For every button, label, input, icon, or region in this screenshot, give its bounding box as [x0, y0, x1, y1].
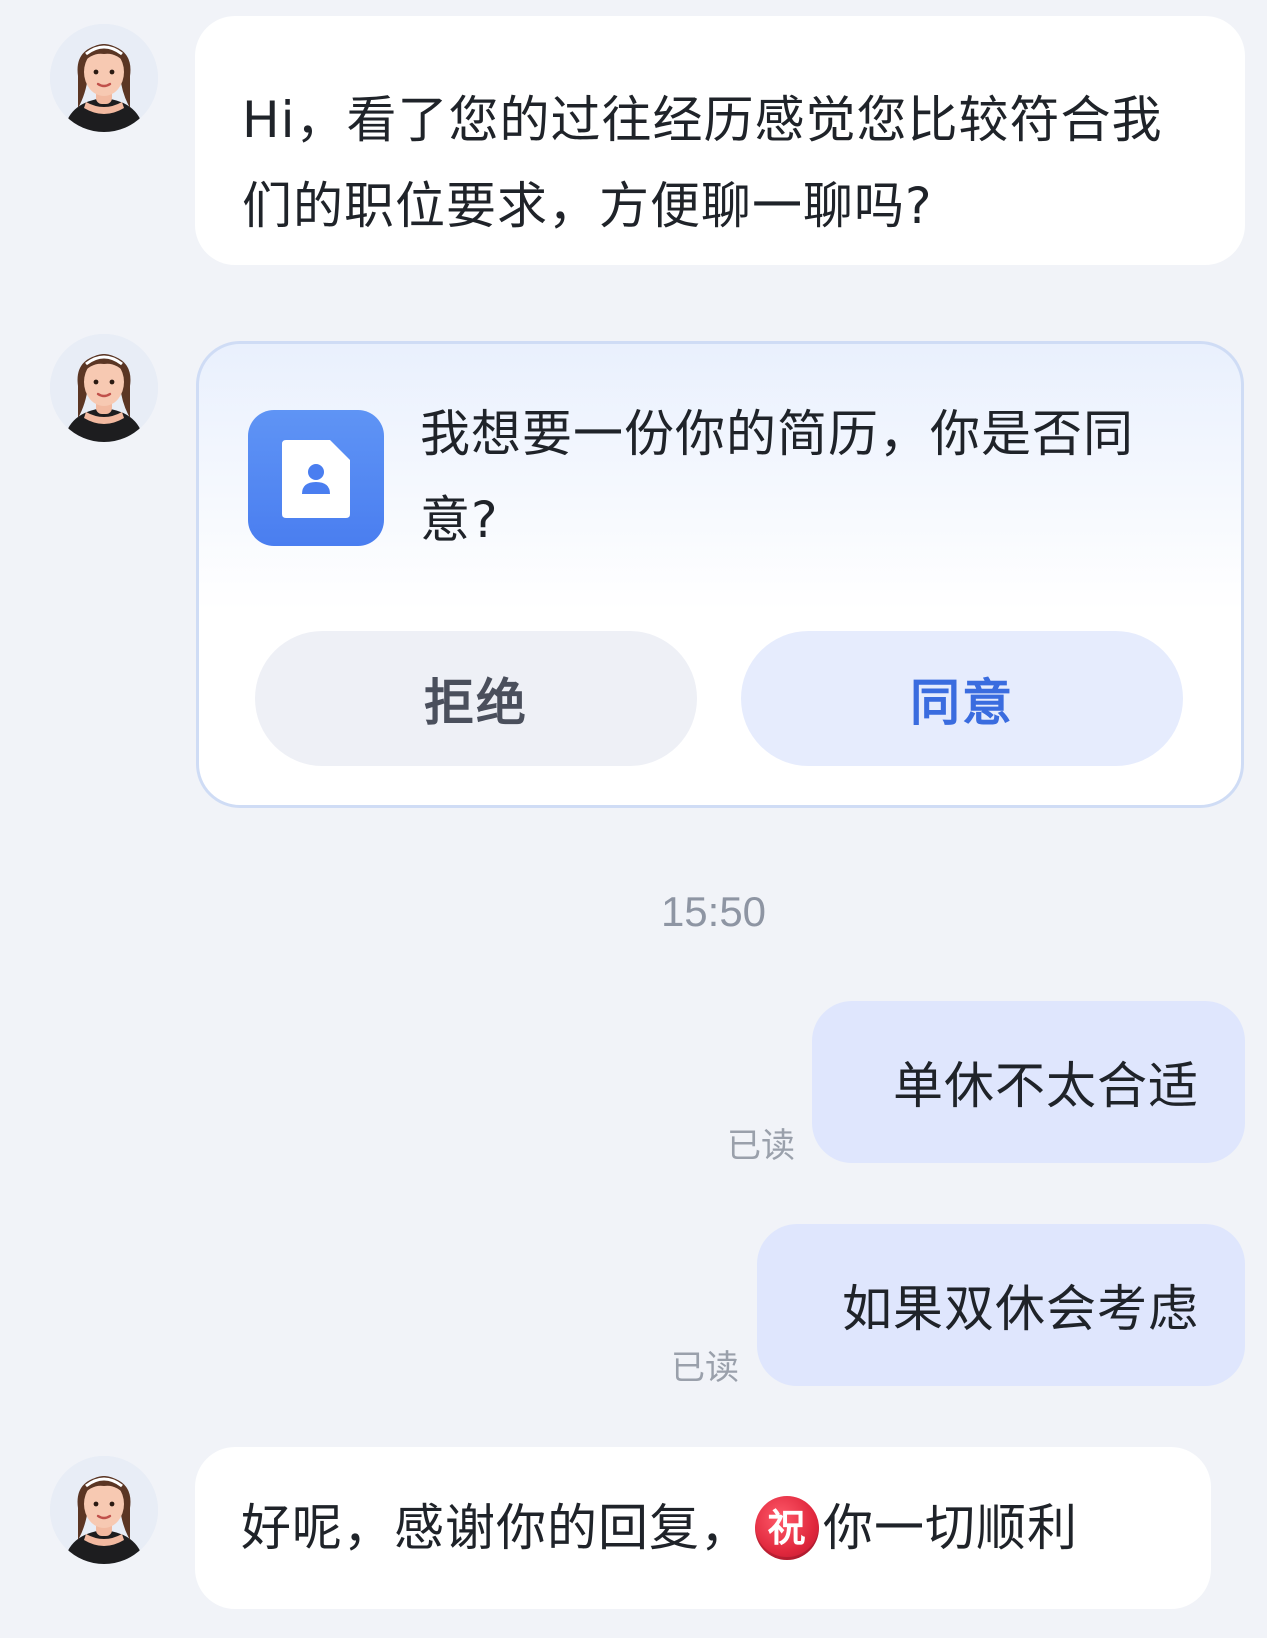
- resume-request-card: 我想要一份你的简历，你是否同意? 拒绝 同意: [196, 341, 1244, 808]
- incoming-message-bubble[interactable]: 好呢，感谢你的回复，祝你一切顺利: [195, 1447, 1211, 1609]
- recruiter-avatar[interactable]: [50, 334, 158, 442]
- read-receipt: 已读: [727, 1126, 795, 1166]
- resume-request-text: 我想要一份你的简历，你是否同意?: [420, 405, 1134, 549]
- recruiter-avatar-icon: [50, 334, 158, 442]
- congrats-emoji-icon: 祝: [755, 1495, 819, 1560]
- recruiter-avatar[interactable]: [50, 1456, 158, 1564]
- recruiter-avatar[interactable]: [50, 24, 158, 132]
- incoming-message-text: Hi，看了您的过往经历感觉您比较符合我们的职位要求，方便聊一聊吗?: [242, 91, 1163, 235]
- outgoing-message-text: 如果双休会考虑: [842, 1280, 1199, 1338]
- outgoing-message-bubble[interactable]: 如果双休会考虑: [757, 1224, 1245, 1386]
- incoming-text-part: 好呢，感谢你的回复，: [241, 1499, 751, 1557]
- recruiter-avatar-icon: [50, 1456, 158, 1564]
- outgoing-message-text: 单休不太合适: [893, 1057, 1199, 1115]
- recruiter-avatar-icon: [50, 24, 158, 132]
- read-receipt: 已读: [671, 1348, 739, 1388]
- incoming-message-bubble[interactable]: Hi，看了您的过往经历感觉您比较符合我们的职位要求，方便聊一聊吗?: [195, 16, 1245, 265]
- accept-button[interactable]: 同意: [741, 631, 1183, 766]
- resume-contact-icon: [248, 410, 384, 546]
- message-timestamp: 15:50: [660, 888, 767, 935]
- reject-button[interactable]: 拒绝: [255, 631, 697, 766]
- incoming-text-part: 你一切顺利: [823, 1499, 1078, 1557]
- outgoing-message-bubble[interactable]: 单休不太合适: [812, 1001, 1245, 1163]
- incoming-message-text: 好呢，感谢你的回复，祝你一切顺利: [241, 1485, 1078, 1571]
